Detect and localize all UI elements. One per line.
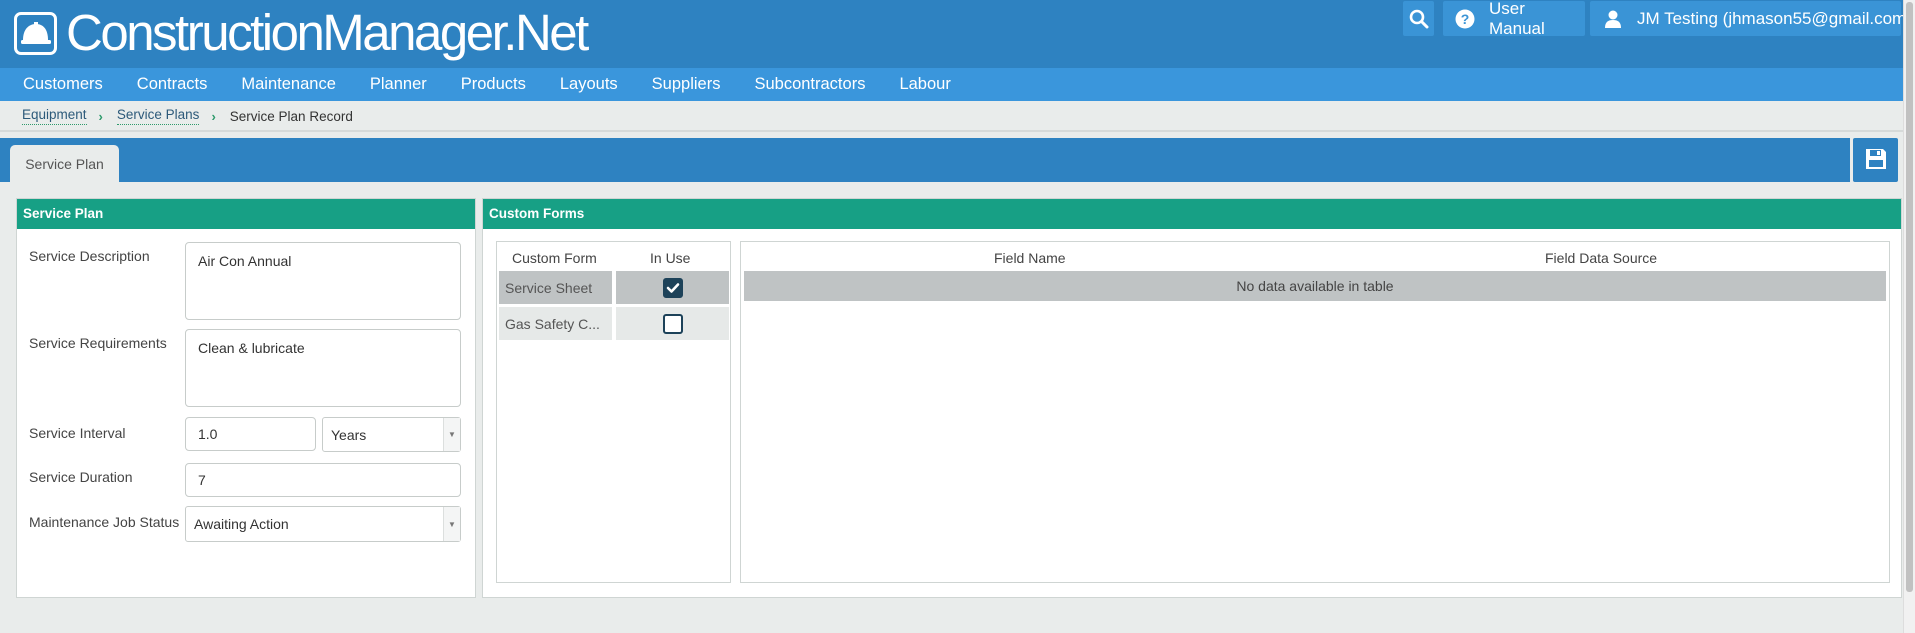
app-header: ConstructionManager.Net ? User Manual JM… [0, 0, 1912, 68]
hard-hat-icon [14, 11, 57, 55]
main-nav: Customers Contracts Maintenance Planner … [0, 68, 1903, 101]
custom-forms-panel-title: Custom Forms [483, 199, 1901, 229]
service-interval-label: Service Interval [29, 425, 126, 441]
in-use-checkbox[interactable] [662, 277, 683, 298]
nav-item-labour[interactable]: Labour [899, 75, 950, 94]
service-duration-field[interactable]: 7 [185, 463, 461, 497]
custom-form-row-name[interactable]: Gas Safety C... [499, 307, 612, 340]
custom-forms-panel: Custom Forms Custom Form In Use Service … [482, 198, 1902, 598]
tab-bar: Service Plan [0, 138, 1850, 182]
question-circle-icon: ? [1455, 9, 1475, 29]
field-name-column-header: Field Name [994, 250, 1066, 266]
logo-text: ConstructionManager.Net [66, 4, 589, 61]
svg-text:?: ? [1461, 11, 1470, 27]
service-interval-unit-value: Years [331, 426, 367, 443]
app-logo[interactable]: ConstructionManager.Net [14, 4, 589, 61]
chevron-down-icon: ▼ [443, 507, 460, 541]
service-duration-label: Service Duration [29, 469, 133, 485]
service-description-label: Service Description [29, 248, 150, 264]
search-button[interactable] [1403, 1, 1434, 36]
nav-item-products[interactable]: Products [461, 75, 526, 94]
chevron-down-icon: ▼ [443, 418, 460, 451]
user-manual-button[interactable]: ? User Manual [1443, 0, 1585, 38]
nav-item-customers[interactable]: Customers [23, 75, 103, 94]
field-data-source-column-header: Field Data Source [1545, 250, 1658, 266]
maintenance-job-status-value: Awaiting Action [194, 516, 289, 532]
in-use-column-header: In Use [650, 250, 691, 266]
search-icon [1409, 9, 1429, 29]
breadcrumb-divider [0, 130, 1903, 132]
save-button[interactable] [1853, 138, 1898, 182]
breadcrumb-current: Service Plan Record [229, 108, 353, 124]
form-fields-table: Field Name Field Data Source No data ava… [740, 241, 1890, 583]
chevron-right-icon: › [98, 108, 103, 124]
breadcrumb-service-plans[interactable]: Service Plans [116, 107, 200, 125]
breadcrumb-equipment[interactable]: Equipment [22, 107, 87, 125]
custom-form-row-name[interactable]: Service Sheet [499, 271, 612, 304]
service-plan-panel: Service Plan Service Description Air Con… [16, 198, 476, 598]
service-plan-panel-title: Service Plan [17, 199, 475, 229]
user-manual-label: User Manual [1489, 0, 1545, 38]
nav-item-layouts[interactable]: Layouts [560, 75, 618, 94]
nav-item-planner[interactable]: Planner [370, 75, 427, 94]
empty-table-message: No data available in table [744, 271, 1886, 301]
floppy-disk-icon [1864, 147, 1888, 174]
custom-forms-table: Custom Form In Use Service Sheet Gas Saf… [496, 241, 731, 583]
user-label: JM Testing (jhmason55@gmail.com) [1637, 8, 1912, 28]
service-interval-field[interactable]: 1.0 [185, 417, 316, 451]
service-description-field[interactable]: Air Con Annual [185, 242, 461, 320]
breadcrumb: Equipment › Service Plans › Service Plan… [22, 107, 353, 125]
in-use-cell [616, 307, 729, 340]
page-scrollbar[interactable] [1903, 0, 1915, 633]
maintenance-job-status-select[interactable]: Awaiting Action ▼ [185, 506, 461, 542]
service-interval-unit-select[interactable]: Years ▼ [322, 417, 461, 452]
nav-item-suppliers[interactable]: Suppliers [652, 75, 721, 94]
user-icon [1603, 9, 1623, 29]
user-menu-button[interactable]: JM Testing (jhmason55@gmail.com) [1590, 1, 1912, 36]
custom-form-column-header: Custom Form [512, 250, 597, 266]
scrollbar-thumb[interactable] [1906, 2, 1913, 592]
in-use-cell [616, 271, 729, 304]
service-requirements-label: Service Requirements [29, 335, 167, 351]
nav-item-contracts[interactable]: Contracts [137, 75, 208, 94]
service-requirements-field[interactable]: Clean & lubricate [185, 329, 461, 407]
nav-item-maintenance[interactable]: Maintenance [241, 75, 335, 94]
maintenance-job-status-label: Maintenance Job Status [29, 514, 180, 530]
in-use-checkbox[interactable] [662, 313, 683, 334]
tab-service-plan[interactable]: Service Plan [10, 145, 119, 182]
nav-item-subcontractors[interactable]: Subcontractors [754, 75, 865, 94]
chevron-right-icon: › [211, 108, 216, 124]
